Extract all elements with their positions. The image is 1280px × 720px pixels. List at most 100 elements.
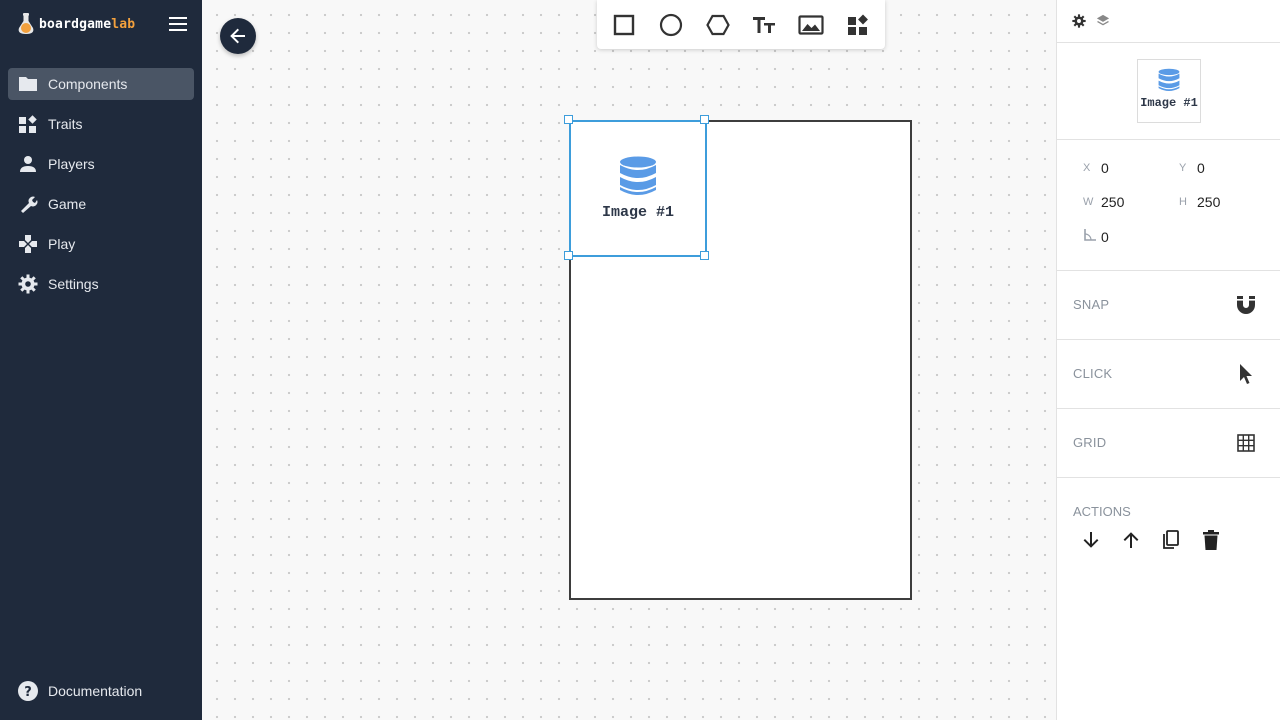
back-button[interactable] [220, 18, 256, 54]
y-input[interactable] [1197, 160, 1255, 176]
snap-label: SNAP [1073, 297, 1110, 312]
widgets-icon [847, 14, 868, 35]
wrench-icon [18, 194, 38, 214]
component-preview: Image #1 [1057, 43, 1280, 140]
flask-logo-icon [18, 13, 34, 34]
grid-icon [1237, 434, 1255, 452]
image-element[interactable]: Image #1 [569, 120, 707, 257]
tab-layers[interactable] [1095, 13, 1111, 29]
action-buttons [1079, 528, 1239, 552]
rotation-property [1079, 228, 1159, 245]
height-property: H [1175, 194, 1255, 210]
brand-name-accent: lab [111, 16, 136, 32]
magnet-icon [1237, 296, 1255, 314]
menu-icon[interactable] [168, 14, 188, 34]
sidebar-item-label: Components [48, 76, 128, 92]
database-icon [1158, 68, 1180, 91]
height-label: H [1179, 196, 1187, 208]
brand-name: boardgamelab [39, 16, 136, 32]
y-property: Y [1175, 160, 1255, 176]
grid-toggle[interactable] [1234, 431, 1258, 455]
folder-icon [18, 74, 38, 94]
layers-icon [1096, 14, 1110, 26]
hexagon-tool[interactable] [698, 5, 738, 45]
sidebar-item-settings[interactable]: Settings [8, 268, 194, 300]
person-icon [18, 154, 38, 174]
help-icon: ? [18, 681, 38, 701]
sidebar-item-game[interactable]: Game [8, 188, 194, 220]
text-icon [753, 16, 776, 33]
resize-handle-top-left[interactable] [564, 115, 573, 124]
click-row: CLICK [1057, 340, 1280, 409]
sidebar-item-label: Traits [48, 116, 83, 132]
grid-label: GRID [1073, 435, 1107, 450]
position-properties: X Y W H [1057, 140, 1280, 271]
shape-toolbar [597, 0, 885, 49]
trash-icon [1203, 530, 1219, 550]
gear-icon [1072, 14, 1086, 28]
widgets-icon [18, 114, 38, 134]
arrow-up-icon [1123, 532, 1139, 548]
duplicate-button[interactable] [1159, 528, 1183, 552]
width-input[interactable] [1101, 194, 1159, 210]
sidebar: boardgamelab Components Traits Players G… [0, 0, 202, 720]
square-icon [614, 14, 635, 35]
resize-handle-top-right[interactable] [700, 115, 709, 124]
grid-row: GRID [1057, 409, 1280, 478]
height-input[interactable] [1197, 194, 1255, 210]
angle-icon [1079, 228, 1101, 245]
properties-panel: Image #1 X Y W H SNAP [1056, 0, 1280, 720]
sidebar-item-players[interactable]: Players [8, 148, 194, 180]
snap-row: SNAP [1057, 271, 1280, 340]
text-tool[interactable] [744, 5, 784, 45]
sidebar-item-label: Settings [48, 276, 99, 292]
sidebar-item-play[interactable]: Play [8, 228, 194, 260]
editor-canvas[interactable]: Image #1 [202, 0, 1056, 720]
rectangle-tool[interactable] [604, 5, 644, 45]
x-label: X [1083, 162, 1091, 174]
documentation-label: Documentation [48, 683, 143, 699]
gear-icon [18, 274, 38, 294]
sidebar-item-label: Play [48, 236, 76, 252]
tab-settings[interactable] [1071, 13, 1087, 29]
thumbnail-label: Image #1 [1140, 96, 1198, 110]
sidebar-item-label: Game [48, 196, 87, 212]
actions-label: ACTIONS [1073, 504, 1131, 519]
panel-tabs [1057, 0, 1280, 43]
sidebar-item-traits[interactable]: Traits [8, 108, 194, 140]
x-input[interactable] [1101, 160, 1159, 176]
delete-button[interactable] [1199, 528, 1223, 552]
widgets-tool[interactable] [838, 5, 878, 45]
database-icon [620, 156, 656, 195]
x-property: X [1079, 160, 1159, 176]
circle-tool[interactable] [651, 5, 691, 45]
click-toggle[interactable] [1234, 362, 1258, 386]
resize-handle-bottom-right[interactable] [700, 251, 709, 260]
send-backward-button[interactable] [1079, 528, 1103, 552]
brand-logo[interactable]: boardgamelab [16, 10, 135, 38]
sidebar-item-components[interactable]: Components [8, 68, 194, 100]
snap-toggle[interactable] [1234, 293, 1258, 317]
arrow-left-icon [230, 28, 245, 44]
rotation-input[interactable] [1101, 228, 1159, 245]
sidebar-item-label: Players [48, 156, 95, 172]
image-tool[interactable] [791, 5, 831, 45]
svg-text:?: ? [24, 685, 32, 700]
sidebar-item-documentation[interactable]: ? Documentation [18, 681, 142, 701]
gamepad-icon [18, 234, 38, 254]
click-label: CLICK [1073, 366, 1113, 381]
copy-icon [1163, 530, 1179, 549]
actions-section: ACTIONS [1057, 478, 1280, 578]
sidebar-nav: Components Traits Players Game Play Sett… [8, 68, 194, 308]
component-thumbnail[interactable]: Image #1 [1137, 59, 1201, 123]
bring-forward-button[interactable] [1119, 528, 1143, 552]
hexagon-icon [705, 14, 730, 35]
resize-handle-bottom-left[interactable] [564, 251, 573, 260]
width-property: W [1079, 194, 1159, 210]
circle-icon [659, 13, 683, 36]
width-label: W [1083, 196, 1094, 208]
arrow-down-icon [1083, 532, 1099, 548]
cursor-icon [1240, 364, 1252, 384]
image-element-label: Image #1 [601, 204, 674, 221]
image-icon [798, 14, 824, 35]
